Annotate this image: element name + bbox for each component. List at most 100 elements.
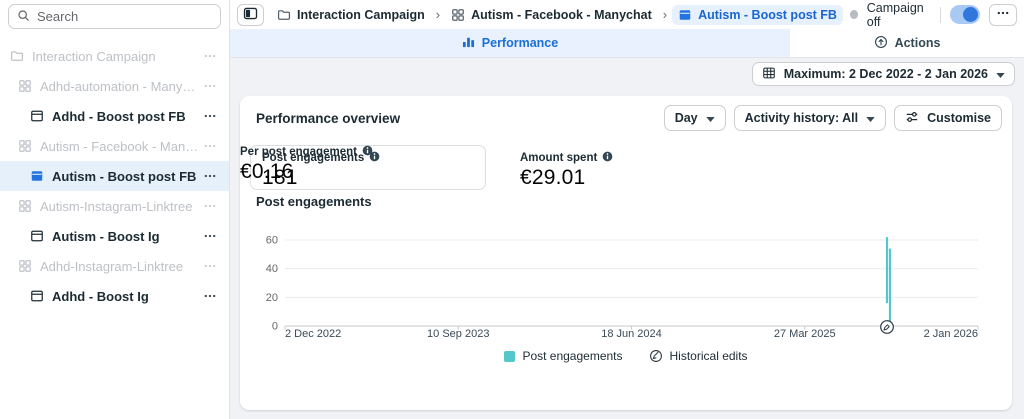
campaign-status-area: Campaign off: [850, 1, 1017, 29]
date-range-selector[interactable]: Maximum: 2 Dec 2022 - 2 Jan 2026: [752, 62, 1015, 86]
svg-text:2 Jan 2026: 2 Jan 2026: [924, 328, 978, 340]
arrow-up-circle-icon: [874, 35, 888, 52]
item-options-button[interactable]: [201, 77, 219, 95]
breadcrumb-label: Autism - Boost post FB: [698, 8, 837, 22]
campaign-toggle[interactable]: [950, 5, 980, 24]
svg-text:40: 40: [266, 263, 278, 275]
sidebar-toggle-button[interactable]: [237, 4, 264, 26]
grid-icon: [18, 199, 32, 213]
customise-label: Customise: [927, 111, 991, 125]
toggle-knob-icon: [963, 7, 978, 22]
breadcrumb-item-autism-facebook-manychat[interactable]: Autism - Facebook - Manychat: [445, 5, 658, 25]
sidebar-item-autism-boost-post-fb[interactable]: Autism - Boost post FB: [0, 161, 229, 191]
metric-label: Per post engagement: [240, 146, 357, 158]
folder-icon: [10, 49, 24, 63]
campaign-status-label: Campaign off: [867, 1, 931, 29]
metric-value: €29.01: [520, 166, 613, 190]
item-options-button[interactable]: [201, 227, 219, 245]
card-filled-icon: [678, 8, 692, 22]
caret-down-icon: [996, 67, 1005, 81]
svg-text:2 Dec 2022: 2 Dec 2022: [285, 328, 341, 340]
chart-canvas[interactable]: 60402002 Dec 202210 Sep 202318 Jun 20242…: [256, 216, 996, 344]
item-options-button[interactable]: [201, 107, 219, 125]
sidebar-item-interaction-campaign[interactable]: Interaction Campaign: [0, 41, 229, 71]
chart-legend: Post engagements Historical edits: [240, 349, 1012, 363]
item-options-button[interactable]: [201, 197, 219, 215]
caret-down-icon: [866, 111, 875, 125]
sidebar-item-label: Autism-Instagram-Linktree: [40, 199, 201, 214]
folder-icon: [277, 8, 291, 22]
sidebar-item-label: Adhd-automation - Manychat: [40, 79, 201, 94]
breadcrumb-label: Interaction Campaign: [297, 8, 425, 22]
customise-button[interactable]: Customise: [894, 105, 1002, 131]
metric-per-post-engagement[interactable]: Per post engagement€0.16: [240, 145, 373, 184]
tab-actions[interactable]: Actions: [790, 29, 1024, 57]
svg-text:60: 60: [266, 235, 278, 247]
metric-amount-spent[interactable]: Amount spent €29.01: [520, 145, 613, 196]
item-options-button[interactable]: [201, 287, 219, 305]
info-icon[interactable]: [362, 145, 373, 159]
grid-icon: [18, 79, 32, 93]
app-root: Search Interaction Campaign Adhd-automati…: [0, 0, 1024, 419]
sidebar-item-adhd-boost-post-fb[interactable]: Adhd - Boost post FB: [0, 101, 229, 131]
item-options-button[interactable]: [201, 137, 219, 155]
card-icon: [30, 229, 44, 243]
sidebar-item-autism-instagram-linktree[interactable]: Autism-Instagram-Linktree: [0, 191, 229, 221]
tab-label: Actions: [895, 36, 941, 50]
tab-performance[interactable]: Performance: [230, 29, 790, 57]
tab-bar: Performance Actions: [230, 29, 1024, 58]
legend-label: Post engagements: [522, 349, 622, 363]
svg-text:27 Mar 2025: 27 Mar 2025: [774, 328, 836, 340]
campaign-tree: Interaction Campaign Adhd-automation - Ma…: [0, 41, 229, 311]
info-icon[interactable]: [602, 151, 613, 165]
sidebar-item-autism-facebook-manychat[interactable]: Autism - Facebook - Manychat: [0, 131, 229, 161]
ellipsis-icon: [996, 6, 1010, 23]
sidebar-item-label: Autism - Boost post FB: [52, 169, 201, 184]
date-range-label: Maximum: 2 Dec 2022 - 2 Jan 2026: [784, 67, 988, 81]
grid-icon: [18, 139, 32, 153]
breadcrumb-separator: ›: [663, 7, 667, 22]
historical-edit-marker: [881, 321, 894, 334]
breadcrumb: Interaction Campaign › Autism - Facebook -…: [271, 5, 843, 25]
sidebar-item-label: Adhd - Boost Ig: [52, 289, 201, 304]
legend-label: Historical edits: [670, 349, 748, 363]
divider: [940, 7, 941, 23]
sliders-icon: [905, 110, 919, 127]
sidebar-item-label: Adhd-Instagram-Linktree: [40, 259, 201, 274]
sidebar-item-adhd-automation-manychat[interactable]: Adhd-automation - Manychat: [0, 71, 229, 101]
sidebar-item-autism-boost-ig[interactable]: Autism - Boost Ig: [0, 221, 229, 251]
item-options-button[interactable]: [201, 257, 219, 275]
grid-icon: [451, 8, 465, 22]
interval-dropdown[interactable]: Day: [664, 105, 726, 131]
search-input[interactable]: Search: [8, 4, 221, 29]
breadcrumb-item-autism-boost-post-fb[interactable]: Autism - Boost post FB: [672, 5, 843, 25]
svg-text:10 Sep 2023: 10 Sep 2023: [427, 328, 489, 340]
chart-title: Post engagements: [256, 194, 372, 209]
card-icon: [30, 289, 44, 303]
breadcrumb-label: Autism - Facebook - Manychat: [471, 8, 652, 22]
metric-label: Amount spent: [520, 152, 597, 164]
sidebar-item-adhd-boost-ig[interactable]: Adhd - Boost Ig: [0, 281, 229, 311]
svg-text:18 Jun 2024: 18 Jun 2024: [601, 328, 662, 340]
more-options-button[interactable]: [989, 4, 1017, 26]
status-dot-icon: [850, 10, 858, 19]
card-title: Performance overview: [256, 111, 400, 126]
item-options-button[interactable]: [201, 167, 219, 185]
legend-swatch-icon: [504, 351, 515, 362]
performance-overview-card: Performance overview Day Activity histor…: [240, 96, 1012, 410]
breadcrumb-separator: ›: [436, 7, 440, 22]
post-engagements-chart[interactable]: 60402002 Dec 202210 Sep 202318 Jun 20242…: [256, 216, 996, 344]
svg-text:0: 0: [272, 321, 278, 333]
activity-history-dropdown[interactable]: Activity history: All: [734, 105, 886, 131]
sidebar-item-adhd-instagram-linktree[interactable]: Adhd-Instagram-Linktree: [0, 251, 229, 281]
caret-down-icon: [706, 111, 715, 125]
panel-toggle-icon: [243, 6, 258, 24]
sidebar-item-label: Interaction Campaign: [32, 49, 201, 64]
breadcrumb-item-interaction-campaign[interactable]: Interaction Campaign: [271, 5, 431, 25]
sidebar-item-label: Adhd - Boost post FB: [52, 109, 201, 124]
calendar-icon: [762, 66, 776, 83]
search-icon: [17, 9, 30, 25]
item-options-button[interactable]: [201, 47, 219, 65]
search-placeholder: Search: [37, 9, 78, 24]
main-content: Maximum: 2 Dec 2022 - 2 Jan 2026 Perform…: [230, 58, 1024, 419]
